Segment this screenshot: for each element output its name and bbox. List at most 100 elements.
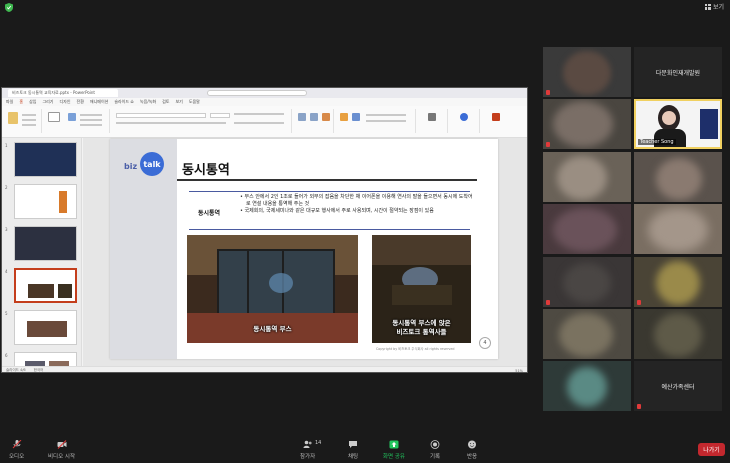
- slide-thumbnail[interactable]: [14, 226, 77, 261]
- ppt-menu-item[interactable]: 디자인: [59, 99, 70, 105]
- record-label: 기록: [430, 454, 441, 460]
- ribbon-font-group: [112, 109, 292, 133]
- reactions-icon: [468, 440, 477, 449]
- term-rule-bottom: [189, 229, 470, 230]
- status-zoom[interactable]: 51%: [515, 369, 523, 373]
- participants-icon: [303, 440, 312, 448]
- ppt-menu-item[interactable]: 검토: [162, 99, 169, 105]
- ppt-menu-item[interactable]: 보기: [175, 99, 182, 105]
- mic-off-icon: [12, 440, 21, 449]
- participant-tile[interactable]: [543, 309, 631, 359]
- zoom-meeting-window: 보기 비즈토크 동시통역 교육자료.pptx - PowerPoint 파일 홈 삽…: [0, 0, 730, 463]
- ppt-status-bar: 슬라이드 4/6 한국어 51%: [2, 366, 527, 373]
- thumb-number: 1: [5, 143, 8, 148]
- quick-styles-icon[interactable]: [352, 113, 360, 121]
- term-label: 동시통역: [198, 210, 221, 217]
- participant-tile[interactable]: [543, 257, 631, 307]
- slide-thumbnail-panel: 1 2 3 4 5 6: [2, 138, 82, 372]
- shield-icon[interactable]: [5, 3, 13, 12]
- ppt-tab-title[interactable]: 비즈토크 동시통역 교육자료.pptx - PowerPoint: [8, 89, 118, 97]
- ppt-menu-item[interactable]: 홈: [19, 99, 23, 105]
- arrange-icon[interactable]: [340, 113, 348, 121]
- ppt-menu-item[interactable]: 도움말: [189, 99, 200, 105]
- slide-page-number: 4: [479, 337, 491, 349]
- ppt-menu-item[interactable]: 녹음/녹화: [140, 99, 156, 105]
- chat-icon: [349, 441, 358, 448]
- paste-icon[interactable]: [8, 112, 18, 124]
- participant-name: Teacher Song: [638, 139, 676, 145]
- view-label: 보기: [712, 4, 724, 11]
- record-button[interactable]: 기록: [430, 440, 440, 460]
- bullet-item: • 부스 안에서 2인 1조로 들어가 외부의 잡음을 차단한 채 이어폰을 이…: [240, 194, 473, 207]
- term-definition: • 부스 안에서 2인 1조로 들어가 외부의 잡음을 차단한 채 이어폰을 이…: [240, 194, 475, 215]
- shapes-icon[interactable]: [322, 113, 330, 121]
- ppt-menu-item[interactable]: 그리기: [42, 99, 53, 105]
- status-slide-count: 슬라이드 4/6: [6, 368, 26, 372]
- ppt-menu-item[interactable]: 애니메이션: [90, 99, 108, 105]
- ppt-menu-item[interactable]: 전환: [77, 99, 84, 105]
- designer-icon[interactable]: [492, 113, 500, 121]
- participant-tile[interactable]: [634, 309, 722, 359]
- leave-button[interactable]: 나가기: [698, 443, 725, 456]
- copyright-text: Copyright by 비즈토크 주식회사 all rights reserv…: [376, 347, 455, 351]
- bizktalk-logo-biz: biz: [124, 162, 138, 171]
- ppt-menu-item[interactable]: 슬라이드 쇼: [114, 99, 134, 105]
- video-off-icon: [57, 440, 67, 449]
- find-icon[interactable]: [428, 113, 436, 121]
- ppt-search-box[interactable]: [207, 90, 307, 96]
- participant-tile[interactable]: [634, 257, 722, 307]
- term-rule-top: [189, 191, 470, 192]
- participant-tile[interactable]: [634, 204, 722, 254]
- participant-tile[interactable]: 예산가족센터: [634, 361, 722, 411]
- participant-name: 다문화인재개발원: [655, 70, 701, 77]
- ppt-menu-item[interactable]: 삽입: [29, 99, 36, 105]
- new-slide-icon[interactable]: [48, 112, 60, 122]
- participants-count: 14: [315, 440, 322, 446]
- reactions-label: 반응: [467, 454, 478, 460]
- interpreters-photo: 동시통역 부스에 앉은 비즈토크 통역사들: [372, 235, 471, 343]
- ribbon-clipboard-group: [4, 109, 42, 133]
- video-button[interactable]: 비디오 시작: [48, 440, 75, 460]
- slide-thumbnail[interactable]: [14, 142, 77, 177]
- ribbon-editing-group: [418, 109, 448, 133]
- ribbon-designer-group: [482, 109, 512, 133]
- participant-tile[interactable]: [543, 99, 631, 149]
- photo-caption-interpreters-1: 동시통역 부스에 앉은: [392, 319, 451, 327]
- participant-tile[interactable]: [543, 47, 631, 97]
- ppt-menu-bar: 파일 홈 삽입 그리기 디자인 전환 애니메이션 슬라이드 쇼 녹음/녹화 검토 보기 도움말: [2, 98, 527, 106]
- chat-label: 채팅: [348, 454, 359, 460]
- thumb-number: 4: [5, 269, 8, 274]
- indent-icon[interactable]: [310, 113, 318, 121]
- interpretation-booth-photo: 동시통역 부스: [187, 235, 358, 343]
- slide-thumbnail-selected[interactable]: [14, 268, 77, 303]
- slide-thumbnail[interactable]: [14, 310, 77, 345]
- photo-caption-booth: 동시통역 부스: [253, 325, 292, 333]
- participant-name: 예산가족센터: [661, 384, 695, 391]
- ppt-menu-item[interactable]: 파일: [6, 99, 13, 105]
- view-button[interactable]: 보기: [704, 2, 724, 11]
- align-icon[interactable]: [298, 113, 306, 121]
- photo-caption-interpreters-2: 비즈토크 통역사들: [396, 328, 447, 336]
- dictate-icon[interactable]: [460, 113, 468, 121]
- participant-tile[interactable]: [634, 152, 722, 202]
- slide-thumbnail[interactable]: [14, 184, 77, 219]
- mic-muted-icon: [546, 142, 550, 147]
- reactions-button[interactable]: 반응: [467, 440, 477, 460]
- layout-icon[interactable]: [68, 113, 76, 121]
- participant-tile[interactable]: [543, 361, 631, 411]
- bullet-item: • 국제회의, 국제세미나와 같은 대규모 행사에서 주로 사용되며, 시간이 …: [240, 208, 434, 214]
- chat-button[interactable]: 채팅: [348, 440, 358, 460]
- participant-tile[interactable]: [543, 204, 631, 254]
- participant-tile[interactable]: [543, 152, 631, 202]
- share-screen-icon: [389, 440, 399, 449]
- ribbon-paragraph-group: [294, 109, 334, 133]
- audio-label: 오디오: [9, 454, 25, 460]
- status-language[interactable]: 한국어: [34, 368, 44, 372]
- ppt-ribbon: [2, 106, 527, 138]
- share-screen-button[interactable]: 화면 공유: [383, 440, 405, 460]
- participants-button[interactable]: 참가자: [300, 440, 315, 460]
- audio-button[interactable]: 오디오: [9, 440, 24, 460]
- participant-tile[interactable]: 다문화인재개발원: [634, 47, 722, 97]
- participant-tile-active-speaker[interactable]: Teacher Song: [634, 99, 722, 149]
- share-screen-label: 화면 공유: [383, 454, 405, 460]
